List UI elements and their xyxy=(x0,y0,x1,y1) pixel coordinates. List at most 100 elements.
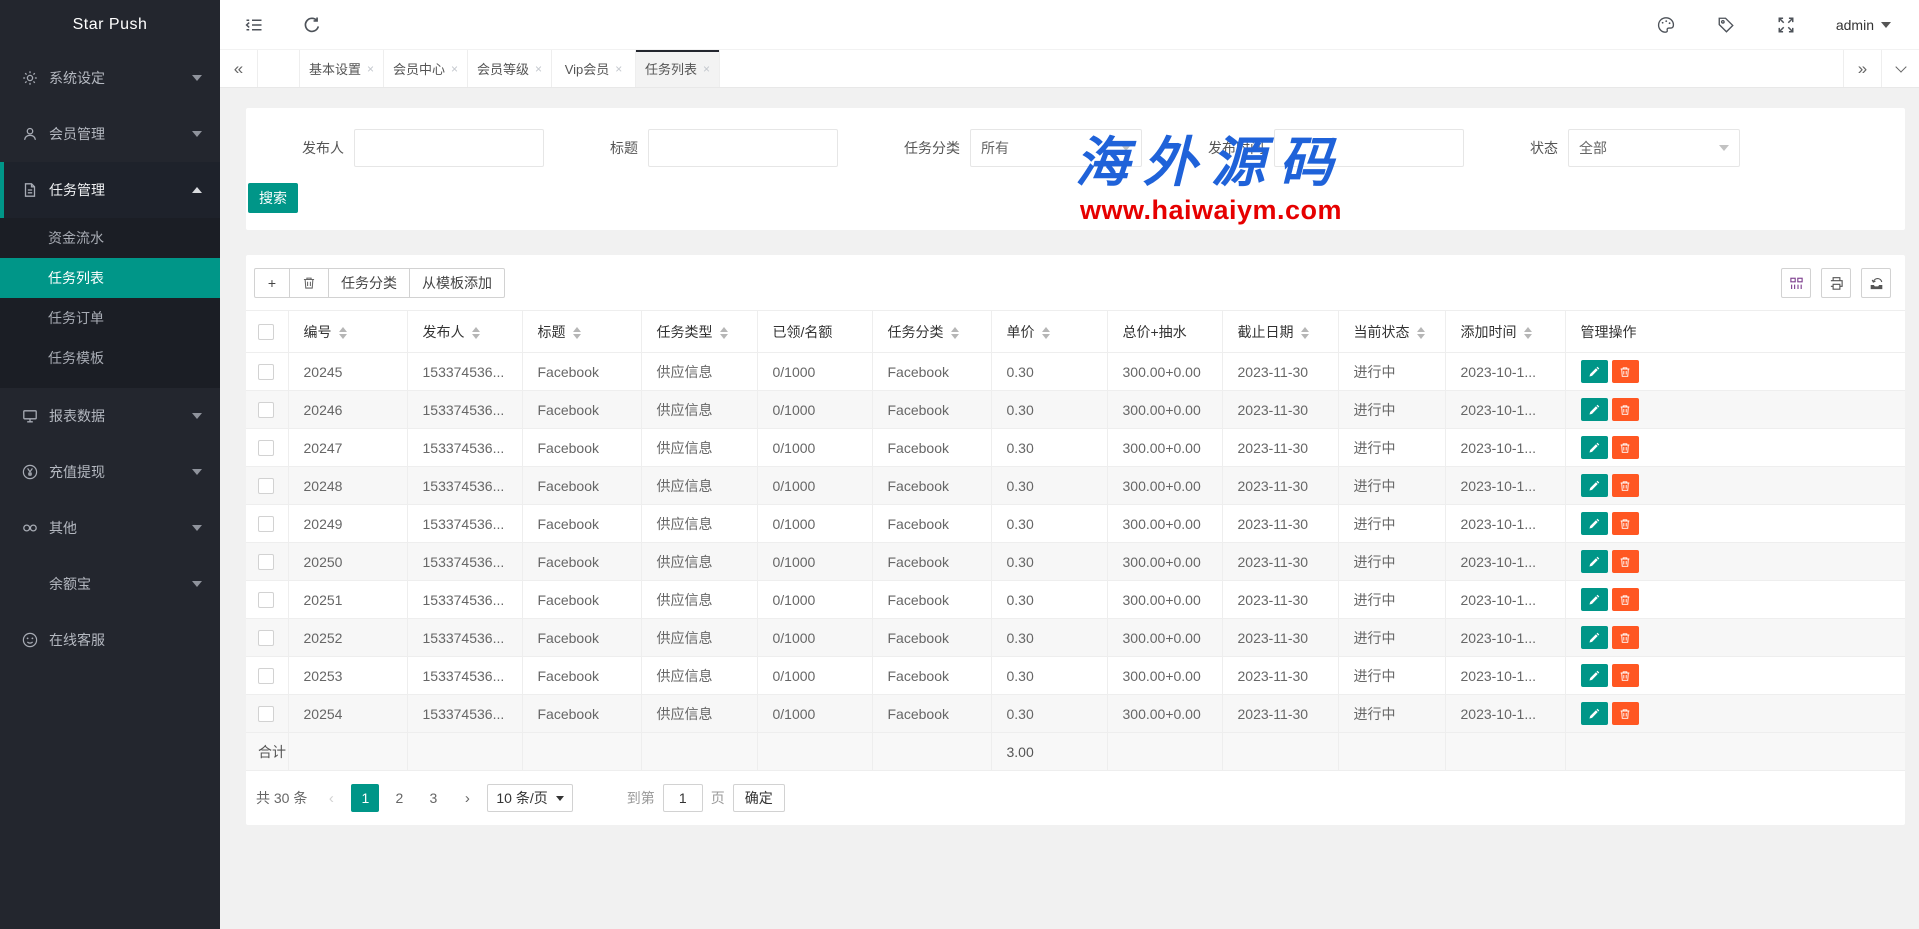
goto-confirm-button[interactable]: 确定 xyxy=(733,784,785,812)
delete-button[interactable] xyxy=(1612,664,1639,687)
sort-icon[interactable] xyxy=(720,327,728,339)
row-checkbox[interactable] xyxy=(258,516,274,532)
tab-会员等级[interactable]: 会员等级× xyxy=(468,50,552,87)
add-from-template-button[interactable]: 从模板添加 xyxy=(409,268,505,298)
fullscreen-icon[interactable] xyxy=(1776,15,1796,35)
sidebar-item-system-settings[interactable]: 系统设定 xyxy=(0,50,220,106)
column-header-category[interactable]: 任务分类 xyxy=(872,311,991,353)
delete-button[interactable] xyxy=(289,268,329,298)
sidebar-item-task-management[interactable]: 任务管理 xyxy=(0,162,220,218)
tab-会员中心[interactable]: 会员中心× xyxy=(384,50,468,87)
search-button[interactable]: 搜索 xyxy=(248,183,298,213)
refresh-icon[interactable] xyxy=(302,15,322,35)
print-button[interactable] xyxy=(1821,268,1851,298)
edit-button[interactable] xyxy=(1581,398,1608,421)
collapse-menu-icon[interactable] xyxy=(244,15,264,35)
edit-button[interactable] xyxy=(1581,436,1608,459)
edit-button[interactable] xyxy=(1581,664,1608,687)
task-category-button[interactable]: 任务分类 xyxy=(328,268,410,298)
delete-button[interactable] xyxy=(1612,702,1639,725)
row-checkbox[interactable] xyxy=(258,364,274,380)
row-checkbox[interactable] xyxy=(258,402,274,418)
sidebar-item-recharge-withdraw[interactable]: 充值提现 xyxy=(0,444,220,500)
select-all-checkbox[interactable] xyxy=(258,324,274,340)
delete-button[interactable] xyxy=(1612,360,1639,383)
edit-button[interactable] xyxy=(1581,474,1608,497)
delete-button[interactable] xyxy=(1612,436,1639,459)
export-button[interactable] xyxy=(1861,268,1891,298)
row-checkbox[interactable] xyxy=(258,630,274,646)
close-icon[interactable]: × xyxy=(703,62,710,76)
sidebar-item-task-orders[interactable]: 任务订单 xyxy=(0,298,220,338)
sidebar-item-member-management[interactable]: 会员管理 xyxy=(0,106,220,162)
sidebar-item-task-list[interactable]: 任务列表 xyxy=(0,258,220,298)
columns-button[interactable] xyxy=(1781,268,1811,298)
page-button-1[interactable]: 1 xyxy=(351,784,379,812)
edit-button[interactable] xyxy=(1581,550,1608,573)
delete-button[interactable] xyxy=(1612,550,1639,573)
user-menu[interactable]: admin xyxy=(1836,17,1891,33)
next-page-button[interactable]: › xyxy=(455,790,479,807)
column-header-status[interactable]: 当前状态 xyxy=(1338,311,1445,353)
pagination-refresh-icon[interactable] xyxy=(591,784,619,812)
publisher-input[interactable] xyxy=(354,129,544,167)
sort-icon[interactable] xyxy=(472,327,480,339)
sidebar-item-report-data[interactable]: 报表数据 xyxy=(0,388,220,444)
edit-button[interactable] xyxy=(1581,702,1608,725)
sort-icon[interactable] xyxy=(951,327,959,339)
row-checkbox[interactable] xyxy=(258,668,274,684)
title-input[interactable] xyxy=(648,129,838,167)
delete-button[interactable] xyxy=(1612,512,1639,535)
sort-icon[interactable] xyxy=(1301,327,1309,339)
sort-icon[interactable] xyxy=(1417,327,1425,339)
tabs-scroll-left-button[interactable]: « xyxy=(220,50,258,87)
column-header-title[interactable]: 标题 xyxy=(522,311,641,353)
column-header-deadline[interactable]: 截止日期 xyxy=(1222,311,1338,353)
status-select[interactable]: 全部 xyxy=(1568,129,1740,167)
close-icon[interactable]: × xyxy=(615,62,622,76)
delete-button[interactable] xyxy=(1612,626,1639,649)
delete-button[interactable] xyxy=(1612,588,1639,611)
sidebar-item-task-templates[interactable]: 任务模板 xyxy=(0,338,220,378)
sidebar-item-online-service[interactable]: 在线客服 xyxy=(0,612,220,668)
row-checkbox[interactable] xyxy=(258,706,274,722)
tab-基本设置[interactable]: 基本设置× xyxy=(300,50,384,87)
column-header-added_time[interactable]: 添加时间 xyxy=(1445,311,1565,353)
edit-button[interactable] xyxy=(1581,360,1608,383)
close-icon[interactable]: × xyxy=(535,62,542,76)
category-select[interactable]: 所有 xyxy=(970,129,1142,167)
tab-Vip会员[interactable]: Vip会员× xyxy=(552,50,636,87)
tabs-scroll-right-button[interactable]: » xyxy=(1843,50,1881,87)
delete-button[interactable] xyxy=(1612,398,1639,421)
sort-icon[interactable] xyxy=(1524,327,1532,339)
column-header-unit_price[interactable]: 单价 xyxy=(991,311,1107,353)
edit-button[interactable] xyxy=(1581,512,1608,535)
page-button-3[interactable]: 3 xyxy=(419,784,447,812)
row-checkbox[interactable] xyxy=(258,592,274,608)
sidebar-item-others[interactable]: 其他 xyxy=(0,500,220,556)
column-header-publisher[interactable]: 发布人 xyxy=(407,311,522,353)
close-icon[interactable]: × xyxy=(451,62,458,76)
tag-icon[interactable] xyxy=(1716,15,1736,35)
page-size-select[interactable]: 10 条/页 xyxy=(487,784,572,812)
sort-icon[interactable] xyxy=(573,327,581,339)
tabs-menu-button[interactable] xyxy=(1881,50,1919,87)
sidebar-item-yuebao[interactable]: 余额宝 xyxy=(0,556,220,612)
add-button[interactable]: + xyxy=(254,268,290,298)
goto-page-input[interactable] xyxy=(663,784,703,812)
publish-time-input[interactable] xyxy=(1274,129,1464,167)
page-button-2[interactable]: 2 xyxy=(385,784,413,812)
column-header-id[interactable]: 编号 xyxy=(288,311,407,353)
row-checkbox[interactable] xyxy=(258,478,274,494)
close-icon[interactable]: × xyxy=(367,62,374,76)
delete-button[interactable] xyxy=(1612,474,1639,497)
home-tab[interactable] xyxy=(258,50,300,87)
tab-任务列表[interactable]: 任务列表× xyxy=(636,50,720,87)
sort-icon[interactable] xyxy=(1042,327,1050,339)
edit-button[interactable] xyxy=(1581,588,1608,611)
row-checkbox[interactable] xyxy=(258,554,274,570)
column-header-task_type[interactable]: 任务类型 xyxy=(641,311,757,353)
palette-icon[interactable] xyxy=(1656,15,1676,35)
sidebar-item-funds-flow[interactable]: 资金流水 xyxy=(0,218,220,258)
prev-page-button[interactable]: ‹ xyxy=(319,790,343,807)
